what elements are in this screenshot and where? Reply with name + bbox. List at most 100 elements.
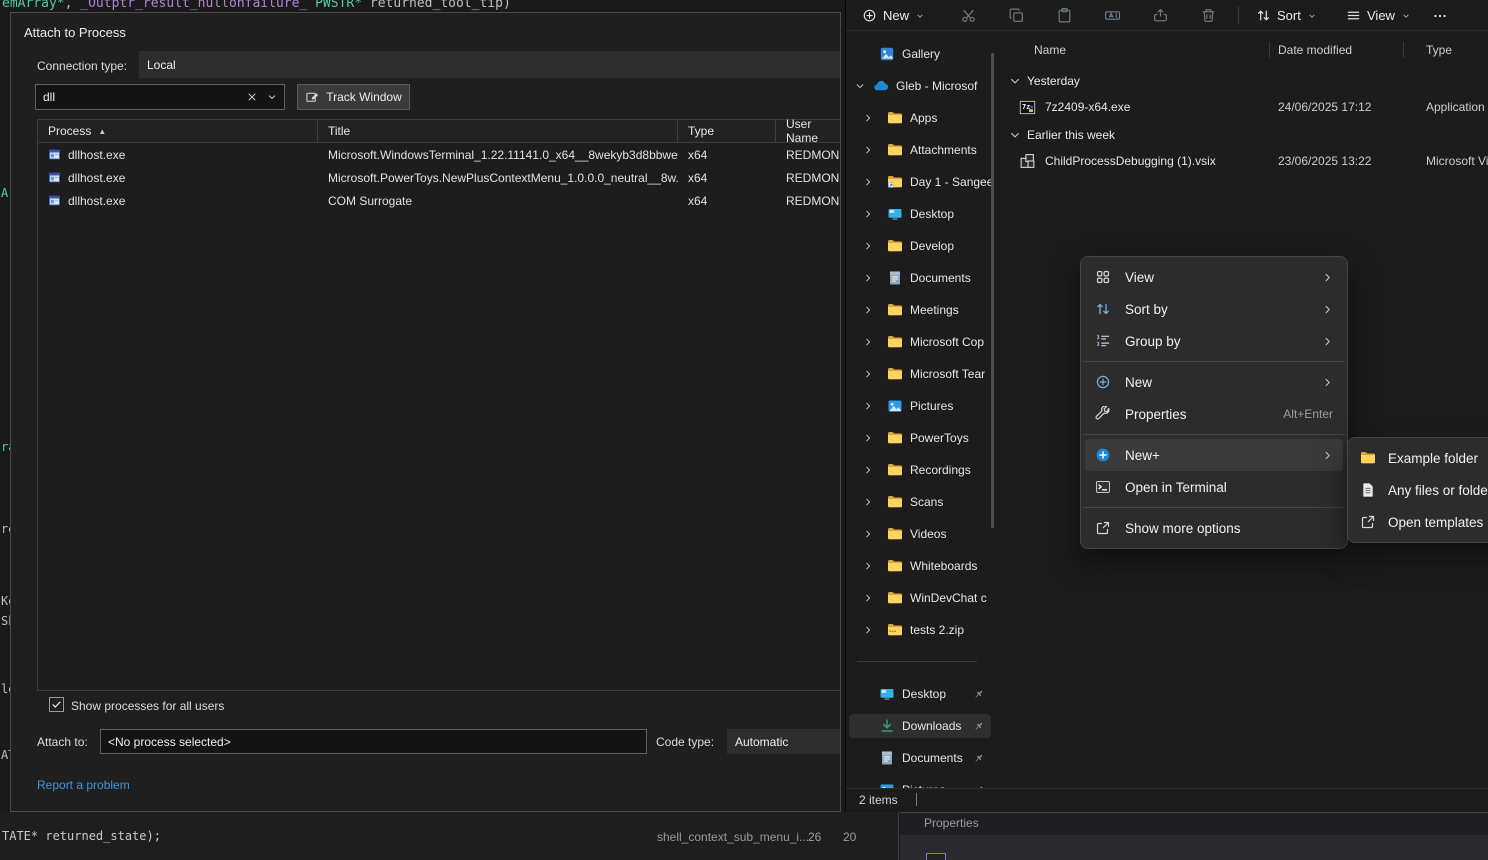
menu-item-sort-by[interactable]: Sort by: [1085, 293, 1343, 325]
process-filter-input[interactable]: [36, 90, 246, 104]
sidebar-item-apps[interactable]: Apps: [849, 106, 991, 130]
column-header-process[interactable]: Process ▲: [38, 120, 318, 142]
column-header-name[interactable]: Name: [1034, 43, 1066, 57]
chevron-right-icon[interactable]: [863, 497, 873, 507]
rename-button[interactable]: [1098, 3, 1126, 28]
chevron-right-icon[interactable]: [863, 433, 873, 443]
chevron-right-icon[interactable]: [863, 561, 873, 571]
pin-icon: [972, 720, 985, 733]
menu-item-group-by[interactable]: Group by: [1085, 325, 1343, 357]
sidebar-item-pictures[interactable]: Pictures: [849, 394, 991, 418]
sidebar-item-documents[interactable]: Documents: [849, 266, 991, 290]
column-separator[interactable]: [1269, 42, 1270, 58]
column-header-date-modified[interactable]: Date modified: [1278, 43, 1352, 57]
menu-item-view[interactable]: View: [1085, 261, 1343, 293]
sidebar-item-day1[interactable]: Day 1 - Sangee: [849, 170, 991, 194]
paste-button[interactable]: [1050, 3, 1078, 28]
file-row-7z[interactable]: 7z2409-x64.exe 24/06/2025 17:12 Applicat…: [1001, 96, 1488, 120]
connection-type-combo[interactable]: Local: [139, 51, 841, 78]
table-row[interactable]: dllhost.exe COM Surrogate x64 REDMOND: [38, 189, 841, 212]
navigation-pane: Gallery Gleb - Microsof Apps Attachments…: [846, 32, 996, 788]
report-problem-link[interactable]: Report a problem: [37, 778, 130, 792]
sidebar-item-pinned-desktop[interactable]: Desktop: [849, 682, 991, 706]
submenu-item-open-templates[interactable]: Open templates: [1352, 506, 1488, 538]
sidebar-item-onedrive[interactable]: Gleb - Microsof: [849, 74, 991, 98]
submenu-item-example-folder[interactable]: Example folder: [1352, 442, 1488, 474]
chevron-right-icon[interactable]: [863, 401, 873, 411]
menu-item-open-in-terminal[interactable]: Open in Terminal: [1085, 471, 1343, 503]
cut-button[interactable]: [954, 3, 982, 28]
explorer-status-bar: 2 items: [846, 788, 1488, 810]
sidebar-item-gallery[interactable]: Gallery: [849, 42, 991, 66]
column-header-title[interactable]: Title: [318, 120, 678, 142]
menu-item-show-more-options[interactable]: Show more options: [1085, 512, 1343, 544]
chevron-right-icon[interactable]: [863, 177, 873, 187]
symbol-line-number: 26: [808, 830, 821, 844]
sidebar-item-pinned-downloads[interactable]: Downloads: [849, 714, 991, 738]
group-header-earlier-this-week[interactable]: Earlier this week: [1001, 125, 1115, 145]
column-header-type[interactable]: Type: [1426, 43, 1452, 57]
track-window-button[interactable]: Track Window: [297, 84, 410, 110]
sidebar-item-windevchat[interactable]: WinDevChat c: [849, 586, 991, 610]
attach-to-field[interactable]: [100, 729, 647, 754]
new-button[interactable]: New: [854, 3, 933, 28]
menu-item-new-plus[interactable]: New+: [1085, 439, 1343, 471]
chevron-right-icon[interactable]: [863, 369, 873, 379]
sidebar-item-desktop[interactable]: Desktop: [849, 202, 991, 226]
attach-to-input[interactable]: [101, 735, 646, 749]
sidebar-item-tests-zip[interactable]: tests 2.zip: [849, 618, 991, 642]
chevron-right-icon[interactable]: [863, 337, 873, 347]
delete-button[interactable]: [1194, 3, 1222, 28]
track-window-icon: [305, 90, 320, 105]
column-header-type[interactable]: Type: [678, 120, 776, 142]
sidebar-item-scans[interactable]: Scans: [849, 490, 991, 514]
chevron-right-icon[interactable]: [863, 113, 873, 123]
column-header-user[interactable]: User Name: [776, 120, 841, 142]
show-all-users-checkbox[interactable]: [49, 697, 64, 712]
chevron-right-icon[interactable]: [863, 305, 873, 315]
chevron-right-icon[interactable]: [863, 625, 873, 635]
menu-item-new[interactable]: New: [1085, 366, 1343, 398]
submenu-item-any-files[interactable]: Any files or folde: [1352, 474, 1488, 506]
sidebar-item-microsoft-teams[interactable]: Microsoft Tear: [849, 362, 991, 386]
toolbar-separator: [1238, 6, 1239, 24]
file-row-vsix[interactable]: ChildProcessDebugging (1).vsix 23/06/202…: [1001, 150, 1488, 174]
sidebar-item-pinned-pictures[interactable]: Pictures: [849, 778, 991, 788]
chevron-down-icon[interactable]: [1009, 129, 1021, 141]
clear-filter-icon[interactable]: [246, 91, 258, 103]
sidebar-item-meetings[interactable]: Meetings: [849, 298, 991, 322]
process-filter-box[interactable]: [35, 84, 285, 110]
chevron-down-icon[interactable]: [1009, 75, 1021, 87]
share-button[interactable]: [1146, 3, 1174, 28]
menu-item-properties[interactable]: Properties Alt+Enter: [1085, 398, 1343, 430]
chevron-right-icon[interactable]: [863, 273, 873, 283]
sidebar-item-pinned-documents[interactable]: Documents: [849, 746, 991, 770]
column-separator[interactable]: [1403, 42, 1404, 58]
filter-dropdown-icon[interactable]: [266, 91, 278, 103]
view-button[interactable]: View: [1338, 3, 1419, 28]
chevron-right-icon[interactable]: [863, 593, 873, 603]
sidebar-item-videos[interactable]: Videos: [849, 522, 991, 546]
sidebar-item-attachments[interactable]: Attachments: [849, 138, 991, 162]
chevron-down-icon[interactable]: [855, 81, 865, 91]
sidebar-item-microsoft-copilot[interactable]: Microsoft Cop: [849, 330, 991, 354]
process-app-icon: [48, 171, 61, 184]
chevron-right-icon[interactable]: [863, 465, 873, 475]
navpane-scrollbar[interactable]: [991, 53, 994, 528]
sidebar-item-powertoys[interactable]: PowerToys: [849, 426, 991, 450]
copy-button[interactable]: [1002, 3, 1030, 28]
more-options-button[interactable]: [1426, 3, 1454, 28]
chevron-right-icon[interactable]: [863, 145, 873, 155]
sort-button[interactable]: Sort: [1248, 3, 1325, 28]
chevron-right-icon: [1322, 377, 1333, 388]
sidebar-item-develop[interactable]: Develop: [849, 234, 991, 258]
table-row[interactable]: dllhost.exe Microsoft.WindowsTerminal_1.…: [38, 143, 841, 166]
code-type-combo[interactable]: Automatic: [727, 729, 841, 754]
table-row[interactable]: dllhost.exe Microsoft.PowerToys.NewPlusC…: [38, 166, 841, 189]
chevron-right-icon[interactable]: [863, 209, 873, 219]
chevron-right-icon[interactable]: [863, 241, 873, 251]
group-header-yesterday[interactable]: Yesterday: [1001, 71, 1080, 91]
chevron-right-icon[interactable]: [863, 529, 873, 539]
sidebar-item-whiteboards[interactable]: Whiteboards: [849, 554, 991, 578]
sidebar-item-recordings[interactable]: Recordings: [849, 458, 991, 482]
